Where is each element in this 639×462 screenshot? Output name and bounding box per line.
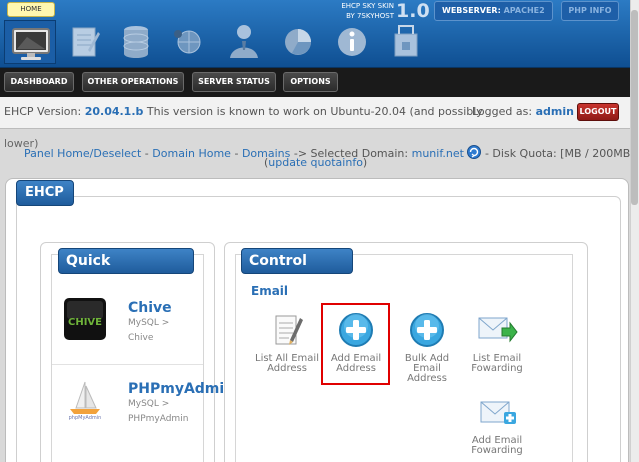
network-globe-icon[interactable] — [168, 18, 208, 62]
version-number: 20.04.1.b — [84, 105, 144, 118]
package-icon[interactable] — [386, 18, 426, 62]
bulk-add-email-address-button[interactable]: Bulk Add Email Address — [392, 312, 462, 384]
scrollbar-thumb[interactable] — [631, 10, 638, 205]
mail-add-icon — [480, 401, 516, 424]
logout-button[interactable]: LOGOUT — [577, 103, 619, 121]
logged-as: Logged as: admin — [472, 105, 574, 118]
skin-credit: EHCP SKY SKIN BY 7SKYHOST — [341, 2, 394, 20]
chive-breadcrumb: MySQL > Chive — [128, 318, 170, 343]
pie-chart-icon[interactable] — [278, 18, 318, 62]
home-tab[interactable]: HOME — [4, 2, 56, 64]
refresh-icon[interactable] — [467, 145, 482, 159]
notepad-icon[interactable] — [64, 18, 104, 62]
breadcrumb: lower) Panel Home/Deselect - Domain Home… — [0, 130, 635, 178]
info-icon[interactable] — [332, 18, 372, 62]
plus-circle-icon — [410, 313, 444, 347]
selected-domain-link[interactable]: munif.net — [412, 147, 464, 160]
svg-text:CHIVE: CHIVE — [68, 317, 102, 328]
mail-forward-icon — [478, 317, 518, 343]
domain-home-link[interactable]: Domain Home — [152, 147, 231, 160]
database-icon[interactable] — [116, 18, 156, 62]
nav-server-status-button[interactable]: SERVER STATUS — [192, 72, 276, 92]
add-email-forwarding-button[interactable]: Add Email Fowarding — [462, 398, 532, 456]
nav-options-button[interactable]: OPTIONS — [283, 72, 338, 92]
skin-version: 1.0 — [396, 0, 430, 22]
nav-other-operations-button[interactable]: OTHER OPERATIONS — [82, 72, 184, 92]
php-info-button[interactable]: PHP INFO — [561, 1, 619, 21]
webserver-indicator: WEBSERVER: APACHE2 — [434, 1, 553, 21]
phpmyadmin-logo-icon[interactable]: phpMyAdmin — [64, 378, 106, 421]
top-header: HOME EHCP SKY SKIN BY 7SKYHOST 1.0 WEBSE… — [0, 0, 639, 68]
selection-highlight — [321, 303, 390, 385]
panel-home-link[interactable]: Panel Home/Deselect — [24, 147, 141, 160]
chive-link[interactable]: Chive — [128, 300, 172, 316]
quick-operations-title: Quick Operations — [58, 248, 194, 293]
update-quota-link[interactable]: update quotainfo — [268, 156, 363, 169]
list-all-email-address-button[interactable]: List All Email Address — [252, 312, 322, 374]
phpmyadmin-link[interactable]: PHPmyAdmin — [128, 381, 234, 397]
control-panel-title: Control panel — [241, 248, 353, 293]
ehcp-section-title: EHCP — [16, 180, 74, 206]
nav-bar: DASHBOARD OTHER OPERATIONS SERVER STATUS… — [0, 68, 639, 97]
username: admin — [535, 105, 574, 118]
notepad-pen-icon — [275, 315, 303, 345]
chive-logo-icon[interactable]: CHIVE — [64, 298, 106, 340]
svg-text:phpMyAdmin: phpMyAdmin — [69, 415, 102, 420]
version-info: EHCP Version: 20.04.1.b This version is … — [4, 105, 483, 118]
phpmyadmin-breadcrumb: MySQL > PHPmyAdmin — [128, 399, 189, 424]
user-icon[interactable] — [224, 18, 264, 62]
nav-dashboard-button[interactable]: DASHBOARD — [4, 72, 74, 92]
webserver-value: APACHE2 — [503, 6, 545, 15]
list-email-forwarding-button[interactable]: List Email Fowarding — [462, 312, 532, 374]
home-label: HOME — [7, 2, 55, 17]
monitor-icon — [4, 20, 56, 64]
status-bar: EHCP Version: 20.04.1.b This version is … — [0, 97, 639, 129]
email-heading: Email — [251, 284, 289, 298]
